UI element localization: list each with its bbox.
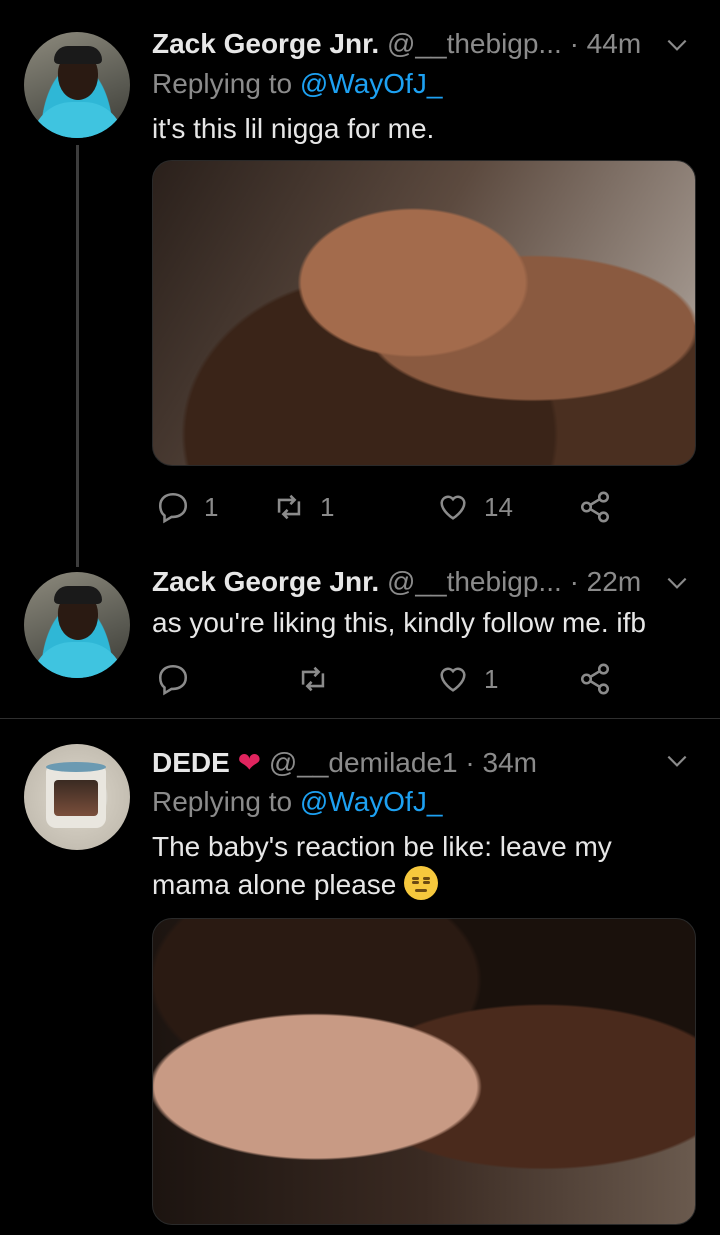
share-icon: [580, 663, 610, 695]
tweet-text-line-2: mama alone please: [152, 866, 692, 904]
reply-button[interactable]: [156, 662, 204, 696]
tweet-image[interactable]: [152, 160, 696, 466]
tweet-text: The baby's reaction be like: leave my ma…: [152, 828, 692, 904]
replying-label: Replying to: [152, 786, 300, 817]
reply-icon: [158, 664, 188, 696]
separator-dot: ·: [569, 566, 579, 597]
timestamp[interactable]: 34m: [483, 747, 537, 778]
display-name[interactable]: DEDE: [152, 747, 230, 778]
thread-connector-line: [76, 145, 79, 567]
retweet-button[interactable]: 1: [272, 490, 334, 524]
like-button[interactable]: 14: [436, 490, 513, 524]
like-icon: [440, 667, 466, 692]
display-name[interactable]: Zack George Jnr.: [152, 566, 379, 597]
like-count: 14: [484, 491, 513, 522]
tweet-image[interactable]: [152, 918, 696, 1225]
user-handle[interactable]: @__thebigp...: [387, 566, 562, 597]
reply-icon: [158, 492, 188, 524]
tweet-text-line-2-text: mama alone please: [152, 869, 397, 900]
retweet-icon: [277, 494, 301, 520]
like-count: 1: [484, 663, 499, 694]
share-button[interactable]: [578, 490, 612, 524]
user-handle[interactable]: @__demilade1: [269, 747, 458, 778]
replying-to: Replying to @WayOfJ_: [152, 786, 442, 818]
tweet-header: Zack George Jnr. @__thebigp... · 44m: [152, 28, 641, 60]
avatar[interactable]: [24, 744, 130, 850]
retweet-icon: [301, 666, 325, 692]
tweet-actions: 1 1 14: [152, 490, 692, 530]
tweet-divider: [0, 718, 720, 719]
share-icon: [580, 491, 610, 523]
tweet-header: DEDE ❤ @__demilade1 · 34m: [152, 746, 537, 779]
tweet-actions: 1: [152, 662, 692, 702]
chevron-down-icon[interactable]: [664, 32, 690, 64]
like-button[interactable]: 1: [436, 662, 498, 696]
timestamp[interactable]: 22m: [587, 566, 641, 597]
chevron-down-icon[interactable]: [664, 570, 690, 602]
reply-button[interactable]: 1: [156, 490, 218, 524]
avatar[interactable]: [24, 572, 130, 678]
heart-emoji-icon: ❤: [237, 747, 262, 778]
separator-dot: ·: [465, 747, 475, 778]
share-button[interactable]: [578, 662, 612, 696]
tweet-text: as you're liking this, kindly follow me.…: [152, 607, 646, 638]
unamused-emoji-icon: [404, 866, 439, 900]
avatar[interactable]: [24, 32, 130, 138]
like-icon: [440, 495, 466, 520]
retweet-count: 1: [320, 491, 335, 522]
tweet-text: it's this lil nigga for me.: [152, 113, 435, 144]
reply-count: 1: [204, 491, 219, 522]
tweet-header: Zack George Jnr. @__thebigp... · 22m: [152, 566, 641, 598]
replying-label: Replying to: [152, 68, 300, 99]
user-handle[interactable]: @__thebigp...: [387, 28, 562, 59]
mention-link[interactable]: @WayOfJ_: [300, 68, 443, 99]
chevron-down-icon[interactable]: [664, 748, 690, 780]
separator-dot: ·: [569, 28, 579, 59]
replying-to: Replying to @WayOfJ_: [152, 68, 442, 100]
timestamp[interactable]: 44m: [587, 28, 641, 59]
display-name[interactable]: Zack George Jnr.: [152, 28, 379, 59]
retweet-button[interactable]: [296, 662, 344, 696]
mention-link[interactable]: @WayOfJ_: [300, 786, 443, 817]
tweet-text-line-1: The baby's reaction be like: leave my: [152, 831, 612, 862]
